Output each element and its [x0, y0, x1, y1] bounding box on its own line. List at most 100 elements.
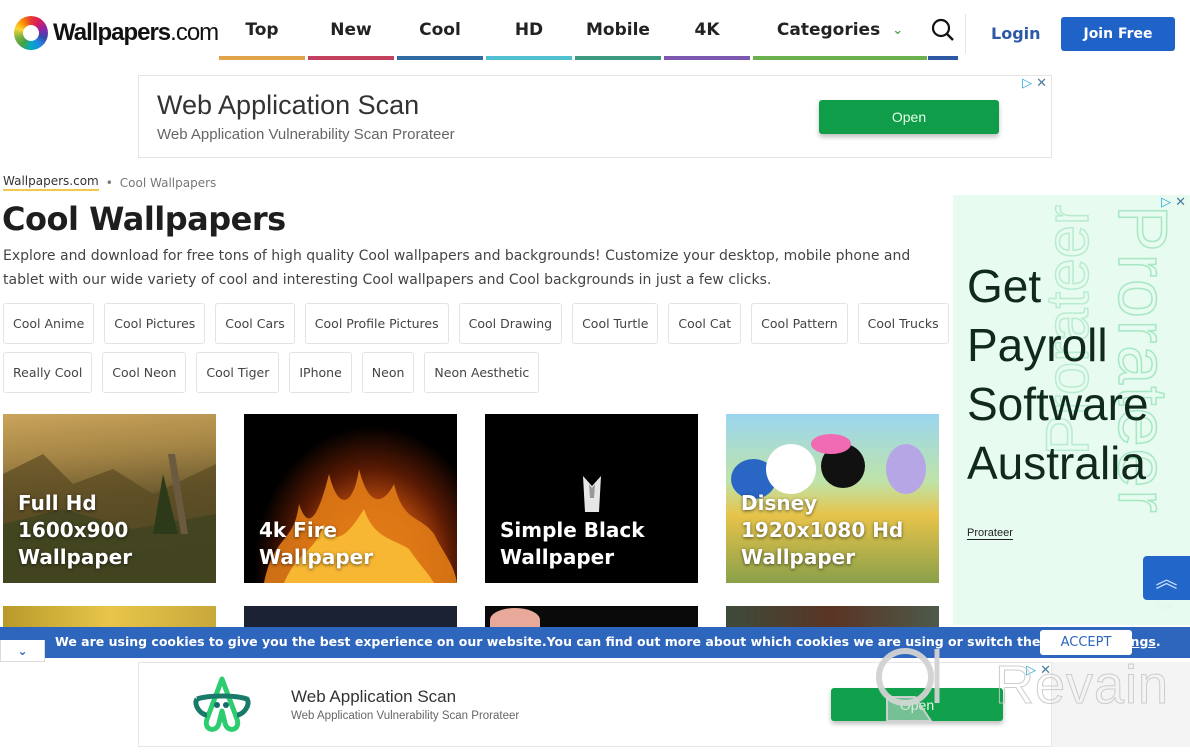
top-ad-banner[interactable]: Web Application Scan Web Application Vul… — [138, 75, 1052, 158]
headline-line: Australia — [967, 437, 1146, 489]
tag-cool-neon[interactable]: Cool Neon — [102, 352, 187, 393]
nav-categories[interactable]: Categories ⌄ — [753, 0, 927, 60]
wallpaper-title: Disney 1920x1080 Hd Wallpaper — [741, 490, 903, 571]
tag-cool-anime[interactable]: Cool Anime — [3, 303, 95, 344]
ad-brand-link[interactable]: Prorateer — [967, 527, 1013, 540]
wallpaper-card[interactable]: Simple Black Wallpaper — [485, 414, 698, 583]
headline-line: Get — [967, 260, 1042, 312]
cartoon-shape — [886, 444, 926, 494]
page-description: Explore and download for free tons of hi… — [3, 248, 911, 288]
nav-top[interactable]: Top — [219, 0, 305, 60]
prorateer-logo-icon — [193, 676, 251, 732]
nav-underline — [397, 56, 483, 60]
tag-neon-aesthetic[interactable]: Neon Aesthetic — [424, 352, 540, 393]
nav-label: Mobile — [586, 20, 650, 40]
tag-row: Cool Anime Cool Pictures Cool Cars Cool … — [3, 303, 949, 344]
nav-new[interactable]: New — [308, 0, 394, 60]
wallpaper-card[interactable]: Full Hd 1600x900 Wallpaper — [3, 414, 216, 583]
ad-open-button[interactable]: Open — [831, 688, 1003, 721]
search-underline — [928, 56, 958, 60]
tuxedo-image — [583, 476, 601, 512]
breadcrumb-home[interactable]: Wallpapers.com — [3, 174, 99, 191]
tag-cool-turtle[interactable]: Cool Turtle — [572, 303, 659, 344]
cookie-banner: We are using cookies to give you the bes… — [0, 627, 1190, 658]
ad-title: Web Application Scan — [157, 90, 420, 120]
breadcrumb: Wallpapers.com • Cool Wallpapers — [3, 174, 216, 191]
logo-domain: .com — [170, 19, 219, 46]
join-free-button[interactable]: Join Free — [1061, 17, 1175, 51]
wallpaper-title: 4k Fire Wallpaper — [259, 517, 373, 571]
site-header: Wallpapers.com Top New Cool HD Mobile 4K… — [0, 0, 1190, 66]
tag-list: Cool Anime Cool Pictures Cool Cars Cool … — [3, 303, 949, 401]
nav-hd[interactable]: HD — [486, 0, 572, 60]
cookie-text: We are using cookies to give you the bes… — [55, 634, 1099, 649]
chevron-down-icon: ⌄ — [17, 643, 28, 658]
nav-underline — [308, 56, 394, 60]
breadcrumb-current: Cool Wallpapers — [119, 175, 217, 190]
title-line: Wallpaper — [500, 545, 615, 569]
close-icon[interactable]: ✕ — [1040, 663, 1051, 678]
nav-cool[interactable]: Cool — [397, 0, 483, 60]
tag-cool-drawing[interactable]: Cool Drawing — [458, 303, 563, 344]
wallpaper-title: Simple Black Wallpaper — [500, 517, 645, 571]
tag-cool-pictures[interactable]: Cool Pictures — [104, 303, 206, 344]
tag-really-cool[interactable]: Really Cool — [3, 352, 93, 393]
cartoon-shape — [811, 434, 851, 454]
nav-label: Top — [245, 20, 279, 40]
cookie-collapse-button[interactable]: ⌄ — [0, 640, 45, 662]
close-icon[interactable]: ✕ — [1036, 76, 1047, 91]
nav-mobile[interactable]: Mobile — [575, 0, 661, 60]
tag-cool-pattern[interactable]: Cool Pattern — [751, 303, 848, 344]
nav-underline — [753, 56, 927, 60]
tag-cool-cat[interactable]: Cool Cat — [668, 303, 742, 344]
cartoon-shape — [766, 444, 816, 494]
page-title: Cool Wallpapers — [2, 200, 286, 238]
tag-iphone[interactable]: IPhone — [289, 352, 352, 393]
tag-cool-tiger[interactable]: Cool Tiger — [196, 352, 280, 393]
adchoices-icon[interactable]: ▷ — [1161, 195, 1171, 210]
cookie-accept-button[interactable]: ACCEPT — [1040, 630, 1132, 655]
tag-cool-cars[interactable]: Cool Cars — [215, 303, 295, 344]
headline-line: Software — [967, 378, 1149, 430]
nav-underline — [486, 56, 572, 60]
tag-row: Really Cool Cool Neon Cool Tiger IPhone … — [3, 352, 933, 393]
nav-label: 4K — [694, 20, 720, 40]
close-icon[interactable]: ✕ — [1175, 195, 1186, 210]
main-nav: Top New Cool HD Mobile 4K Categories ⌄ — [219, 0, 930, 60]
wallpaper-title: Full Hd 1600x900 Wallpaper — [18, 490, 132, 571]
nav-label: Cool — [419, 20, 461, 40]
nav-underline — [664, 56, 750, 60]
breadcrumb-separator: • — [105, 175, 113, 190]
wallpaper-card[interactable]: 4k Fire Wallpaper — [244, 414, 457, 583]
ad-open-button[interactable]: Open — [819, 100, 999, 134]
search-icon — [931, 18, 954, 41]
double-chevron-up-icon: ︽ — [1155, 568, 1178, 593]
nav-4k[interactable]: 4K — [664, 0, 750, 60]
wallpaper-card[interactable]: Disney 1920x1080 Hd Wallpaper — [726, 414, 939, 583]
adchoices-icon[interactable]: ▷ — [1022, 76, 1032, 91]
scroll-to-top-button[interactable]: ︽ — [1143, 556, 1190, 600]
tag-cool-profile-pictures[interactable]: Cool Profile Pictures — [304, 303, 449, 344]
headline-line: Payroll — [967, 319, 1108, 371]
bottom-ad-banner[interactable]: Web Application Scan Web Application Vul… — [138, 662, 1052, 747]
title-line: Full Hd — [18, 491, 97, 515]
header-divider — [965, 14, 966, 54]
adchoices-icon[interactable]: ▷ — [1026, 663, 1036, 678]
tag-neon[interactable]: Neon — [361, 352, 415, 393]
logo-text: Wallpapers.com — [53, 19, 219, 47]
title-line: Wallpaper — [18, 545, 133, 569]
nav-label: Categories — [776, 20, 881, 40]
site-logo[interactable]: Wallpapers.com — [14, 16, 219, 50]
tag-cool-trucks[interactable]: Cool Trucks — [857, 303, 949, 344]
title-line: Simple Black — [500, 518, 645, 542]
login-link[interactable]: Login — [991, 24, 1041, 43]
scroll-top-label: TOP — [1155, 603, 1174, 613]
ad-choices: ▷ ✕ — [1161, 195, 1186, 210]
search-button[interactable] — [928, 0, 958, 60]
nav-label: New — [330, 20, 372, 40]
chevron-down-icon: ⌄ — [892, 22, 904, 38]
title-line: 4k Fire — [259, 518, 338, 542]
cookie-message: We are using cookies to give you the bes… — [55, 634, 1161, 649]
ad-filler — [1052, 662, 1190, 747]
logo-name: Wallpapers — [53, 19, 171, 46]
